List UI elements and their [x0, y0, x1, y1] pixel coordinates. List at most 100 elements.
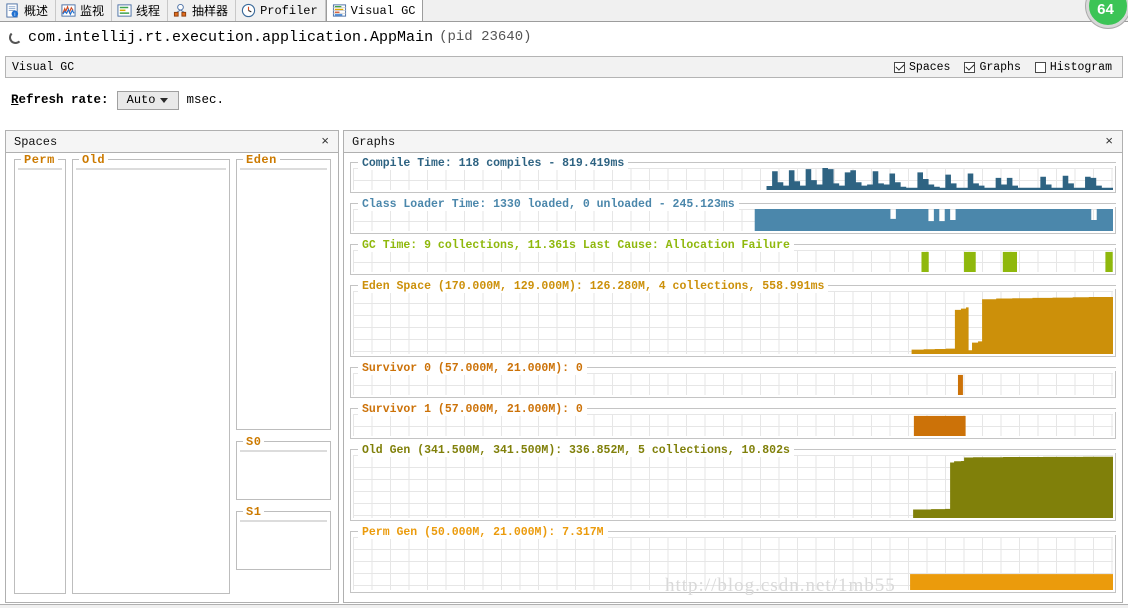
monitor-icon [61, 4, 76, 17]
graph-row-survivor-0[interactable]: Survivor 0 (57.000M, 21.000M): 0 [350, 362, 1116, 398]
graph-border-nub [350, 367, 351, 374]
graph-row-compile-time[interactable]: Compile Time: 118 compiles - 819.419ms [350, 157, 1116, 193]
graphs-panel-body: Compile Time: 118 compiles - 819.419ms Cl… [344, 153, 1122, 602]
visual-gc-label: Visual GC [12, 60, 75, 74]
tab-threads[interactable]: 线程 [112, 0, 169, 21]
graph-legend-perm-gen: Perm Gen (50.000M, 21.000M): 7.317M [358, 526, 608, 539]
checkbox-graphs-label: Graphs [979, 60, 1021, 74]
overview-icon: i [6, 3, 19, 18]
checkbox-histogram-label: Histogram [1049, 60, 1112, 74]
graph-row-perm-gen[interactable]: Perm Gen (50.000M, 21.000M): 7.317M [350, 526, 1116, 593]
graphs-panel-title: Graphs [352, 134, 396, 149]
application-title-bar: com.intellij.rt.execution.application.Ap… [0, 22, 1128, 52]
visualgc-icon [332, 4, 346, 17]
page-title: com.intellij.rt.execution.application.Ap… [28, 28, 434, 46]
graph-plot-survivor-0 [350, 371, 1116, 398]
graph-series-perm-gen [910, 574, 1113, 590]
spaces-panel-title: Spaces [14, 134, 58, 149]
tab-label: 监视 [80, 4, 105, 18]
checkbox-spaces[interactable]: Spaces [894, 61, 950, 74]
graph-legend-survivor-0: Survivor 0 (57.000M, 21.000M): 0 [358, 362, 587, 375]
space-bar-track [240, 168, 327, 170]
checkbox-graphs[interactable]: Graphs [964, 60, 1021, 74]
graph-border-nub [350, 203, 351, 210]
graph-series-gc-time [921, 251, 1113, 272]
space-group-perm[interactable]: Perm [14, 153, 66, 594]
space-bar-fill [241, 168, 326, 169]
graph-row-gc-time[interactable]: GC Time: 9 collections, 11.361s Last Cau… [350, 239, 1116, 275]
space-group-label: S1 [243, 505, 265, 519]
refresh-rate-value: Auto [126, 93, 156, 107]
view-toggles: Spaces Graphs Histogram [894, 61, 1122, 74]
graph-legend-class-loader-time: Class Loader Time: 1330 loaded, 0 unload… [358, 198, 739, 211]
space-bar-fill [77, 168, 225, 169]
refresh-rate-select[interactable]: Auto [116, 90, 179, 110]
graph-row-class-loader-time[interactable]: Class Loader Time: 1330 loaded, 0 unload… [350, 198, 1116, 234]
visual-gc-toolbar: Visual GC Spaces Graphs Histogram [5, 56, 1123, 78]
profiler-clock-icon [241, 3, 256, 18]
graph-legend-gc-time: GC Time: 9 collections, 11.361s Last Cau… [358, 239, 794, 252]
checkbox-histogram[interactable]: Histogram [1034, 60, 1112, 74]
graph-border-nub [350, 285, 351, 292]
spaces-column-perm: Perm [14, 153, 66, 594]
graph-row-eden-space[interactable]: Eden Space (170.000M, 129.000M): 126.280… [350, 280, 1116, 357]
sampler-icon [173, 3, 187, 17]
close-icon[interactable]: × [1105, 135, 1122, 148]
graph-border-nub [350, 408, 351, 415]
graph-legend-survivor-1: Survivor 1 (57.000M, 21.000M): 0 [358, 403, 587, 416]
graph-series-old-gen [913, 456, 1113, 518]
spaces-panel-header: Spaces × [6, 131, 338, 153]
graph-border-nub [350, 449, 351, 456]
graph-row-survivor-1[interactable]: Survivor 1 (57.000M, 21.000M): 0 [350, 403, 1116, 439]
graphs-panel-header: Graphs × [344, 131, 1122, 153]
checkbox-graphs-box[interactable] [964, 61, 976, 73]
refresh-rate-unit: msec. [186, 93, 225, 107]
graph-plot-eden-space [350, 289, 1116, 357]
tab-overview[interactable]: i 概述 [0, 0, 57, 21]
graph-plot-gc-time [350, 248, 1116, 275]
space-group-s0[interactable]: S0 [236, 435, 331, 500]
space-group-eden[interactable]: Eden [236, 153, 331, 430]
tab-label: 抽样器 [192, 4, 229, 18]
graph-series-class-loader-time [353, 209, 1113, 231]
space-bar-track [18, 168, 62, 170]
space-group-s1[interactable]: S1 [236, 505, 331, 570]
bottom-strip [0, 604, 1128, 608]
spaces-panel-body: Perm Old Eden S0 S1 [6, 153, 338, 602]
space-group-old[interactable]: Old [72, 153, 230, 594]
checkbox-histogram-box[interactable] [1034, 61, 1046, 73]
space-bar-track [240, 520, 327, 522]
space-group-label: Old [79, 153, 109, 167]
space-bar-track [240, 450, 327, 452]
graph-series-eden-space [911, 296, 1113, 354]
spaces-panel: Spaces × Perm Old Eden S0 S1 [5, 130, 339, 603]
refresh-rate-row: Refresh rate: Auto msec. [0, 86, 1128, 114]
graph-legend-eden-space: Eden Space (170.000M, 129.000M): 126.280… [358, 280, 829, 293]
graph-row-old-gen[interactable]: Old Gen (341.500M, 341.500M): 336.852M, … [350, 444, 1116, 521]
graph-border-nub [350, 162, 351, 169]
tab-label: Profiler [260, 3, 318, 18]
process-id: (pid 23640) [439, 29, 532, 45]
checkbox-spaces-box[interactable] [894, 61, 906, 73]
close-icon[interactable]: × [321, 135, 338, 148]
graph-plot-old-gen [350, 453, 1116, 521]
tab-visual-gc[interactable]: Visual GC [325, 0, 424, 21]
tab-label: 线程 [136, 4, 161, 18]
space-group-label: S0 [243, 435, 265, 449]
tab-profiler[interactable]: Profiler [236, 0, 326, 21]
graph-border-nub [350, 244, 351, 251]
main-tab-strip: i 概述 监视 线程 抽样器 Profiler Visual GC [0, 0, 1128, 22]
space-bar-fill [19, 168, 61, 169]
space-bar-track [76, 168, 226, 170]
threads-icon [117, 4, 132, 17]
graph-plot-survivor-1 [350, 412, 1116, 439]
tab-sampler[interactable]: 抽样器 [168, 0, 237, 21]
svg-text:i: i [14, 12, 15, 18]
checkbox-spaces-label: Spaces [909, 60, 951, 74]
spaces-column-young: Eden S0 S1 [236, 153, 331, 594]
space-group-label: Eden [243, 153, 280, 167]
tab-monitor[interactable]: 监视 [56, 0, 113, 21]
graph-plot-class-loader-time [350, 207, 1116, 234]
graphs-panel: Graphs × Compile Time: 118 compiles - 81… [343, 130, 1123, 603]
spaces-column-old: Old [72, 153, 230, 594]
